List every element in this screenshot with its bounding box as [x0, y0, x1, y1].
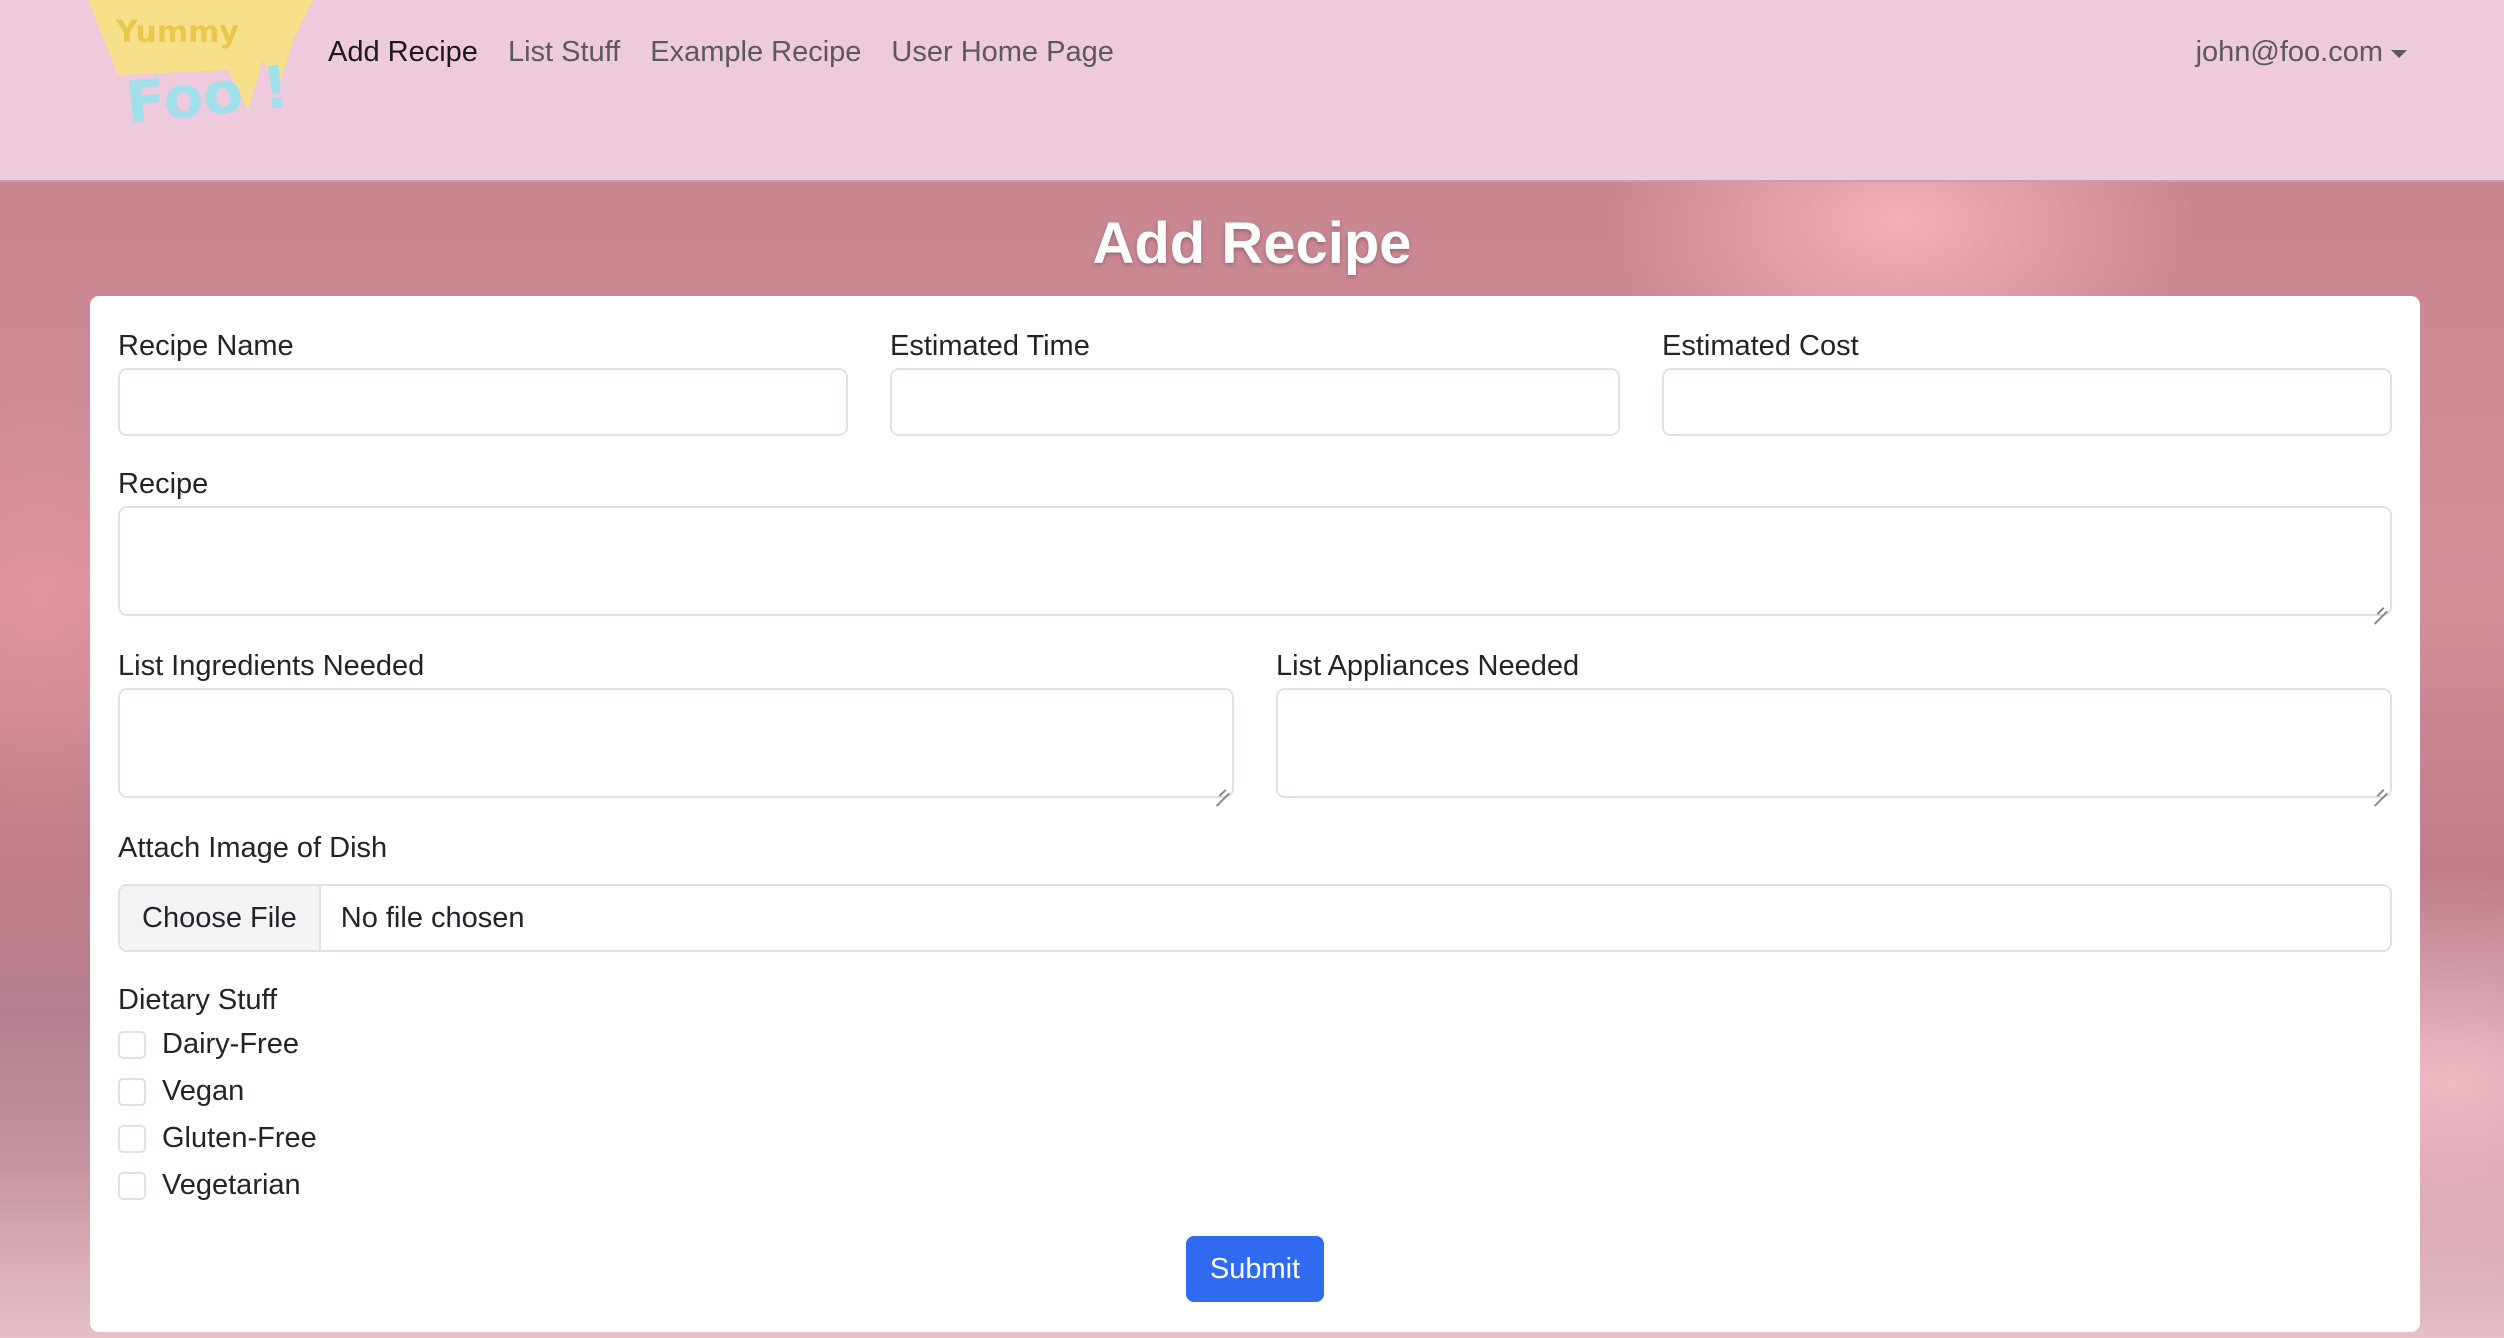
nav-link-example-recipe[interactable]: Example Recipe [650, 36, 861, 69]
nav-link-add-recipe[interactable]: Add Recipe [328, 36, 478, 69]
user-email: john@foo.com [2195, 36, 2383, 68]
recipe-label: Recipe [118, 468, 209, 500]
recipe-name-label: Recipe Name [118, 330, 294, 362]
checkbox-label: Dairy-Free [162, 1028, 299, 1060]
add-recipe-form: Recipe Name Estimated Time Estimated Cos… [90, 296, 2420, 1332]
checkbox-label: Vegan [162, 1075, 245, 1107]
page-title: Add Recipe [1092, 211, 1412, 276]
navbar: Yummy Foo ! Add Recipe List Stuff Exampl… [0, 0, 2504, 182]
submit-button[interactable]: Submit [1186, 1236, 1324, 1302]
user-menu-dropdown[interactable]: john@foo.com [2196, 36, 2407, 69]
ingredients-label: List Ingredients Needed [118, 650, 425, 682]
checkbox-label: Gluten-Free [162, 1122, 317, 1154]
dietary-label: Dietary Stuff [118, 984, 278, 1016]
dietary-option-vegan[interactable]: Vegan [118, 1075, 244, 1108]
logo-text-top: Yummy [115, 15, 239, 50]
ingredients-textarea[interactable] [118, 688, 1234, 798]
dietary-option-gluten-free[interactable]: Gluten-Free [118, 1122, 317, 1155]
choose-file-button[interactable]: Choose File [120, 886, 321, 950]
checkbox[interactable] [118, 1171, 146, 1200]
checkbox-label: Vegetarian [162, 1169, 301, 1201]
checkbox[interactable] [118, 1077, 146, 1106]
nav-link-user-home-page[interactable]: User Home Page [891, 36, 1113, 69]
appliances-label: List Appliances Needed [1276, 650, 1580, 682]
image-label: Attach Image of Dish [118, 832, 388, 864]
image-file-input[interactable]: Choose File No file chosen [118, 884, 2392, 952]
nav-links: Add Recipe List Stuff Example Recipe Use… [328, 36, 1114, 69]
checkbox[interactable] [118, 1124, 146, 1153]
dietary-option-vegetarian[interactable]: Vegetarian [118, 1169, 301, 1202]
caret-down-icon [2391, 49, 2407, 58]
recipe-textarea[interactable] [118, 506, 2392, 616]
dietary-option-dairy-free[interactable]: Dairy-Free [118, 1028, 299, 1061]
logo[interactable]: Yummy Foo ! [88, 0, 313, 150]
nav-link-list-stuff[interactable]: List Stuff [508, 36, 620, 69]
appliances-textarea[interactable] [1276, 688, 2392, 798]
estimated-cost-input[interactable] [1662, 368, 2392, 436]
recipe-name-input[interactable] [118, 368, 848, 436]
checkbox[interactable] [118, 1030, 146, 1059]
file-status-text: No file chosen [340, 901, 525, 934]
estimated-cost-label: Estimated Cost [1662, 330, 1859, 362]
estimated-time-label: Estimated Time [890, 330, 1090, 362]
estimated-time-input[interactable] [890, 368, 1620, 436]
